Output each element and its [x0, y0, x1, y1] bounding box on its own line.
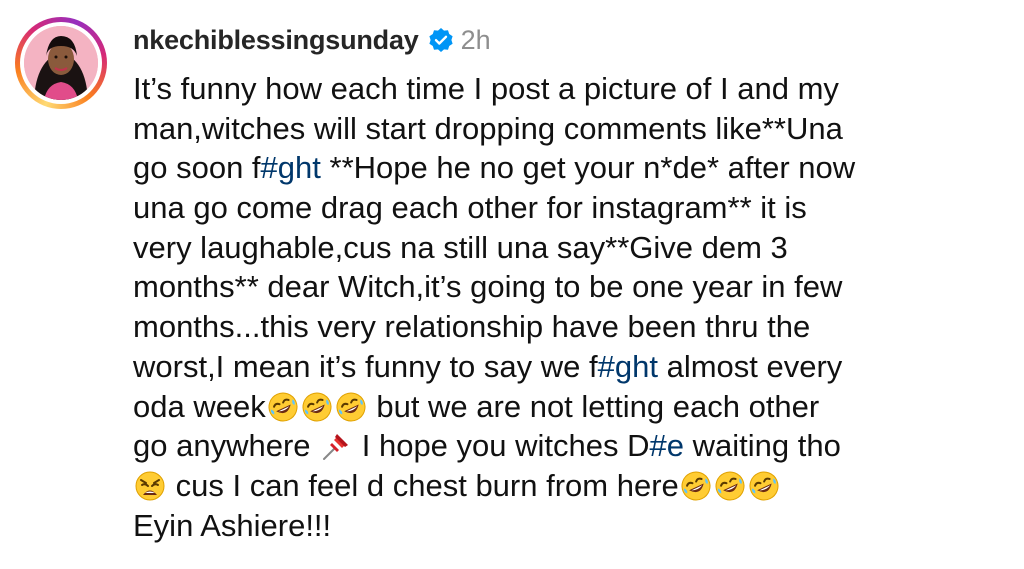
caption-line: worst,I mean it’s funny to say we f#ght … — [133, 347, 1003, 387]
caption-text-segment: months...this very relationship have bee… — [133, 309, 811, 345]
caption-line: oda week but we are not letting each oth… — [133, 387, 1003, 427]
caption-line: months** dear Witch,it’s going to be one… — [133, 267, 1003, 307]
post-caption-card: nkechiblessingsunday 2h It’s funny how e… — [0, 0, 1024, 569]
caption-text-segment: very laughable,cus na still una say**Giv… — [133, 229, 788, 265]
post-header: nkechiblessingsunday 2h — [133, 22, 491, 58]
caption-text-segment: almost every — [657, 348, 843, 384]
caption-text-segment: go soon f — [133, 150, 261, 186]
post-time: 2h — [460, 24, 491, 55]
caption-text-segment: cus I can feel d chest burn from here — [167, 467, 679, 503]
caption-line: very laughable,cus na still una say**Giv… — [133, 228, 1003, 268]
caption-text-segment: una go come drag each other for instagra… — [133, 190, 807, 226]
caption-text-segment: go anywhere — [133, 428, 320, 464]
hashtag-link[interactable]: #ght — [261, 150, 321, 185]
caption-text-segment: but we are not letting each other — [367, 388, 820, 424]
caption-line: go anywhere I hope you witches D#e waiti… — [133, 426, 1003, 466]
verified-badge-icon — [428, 27, 454, 53]
caption-line: man,witches will start dropping comments… — [133, 109, 1003, 149]
rolling-on-floor-laughing-emoji — [267, 391, 299, 423]
weary-face-emoji — [134, 470, 166, 502]
caption-text-segment: man,witches will start dropping comments… — [133, 110, 843, 146]
caption-line: cus I can feel d chest burn from here — [133, 466, 1003, 506]
caption-text-segment: **Hope he no get your n*de* after now — [320, 150, 856, 186]
avatar-ring-gap — [20, 22, 102, 104]
caption-text-segment: It’s funny how each time I post a pictur… — [133, 71, 839, 106]
caption-text-segment: I hope you witches D — [353, 428, 650, 464]
caption-text-segment: months** dear Witch,it’s going to be one… — [133, 269, 843, 305]
caption-text-segment: Eyin Ashiere!!! — [133, 507, 332, 543]
rolling-on-floor-laughing-emoji — [335, 391, 367, 423]
hashtag-link[interactable]: #ght — [598, 349, 658, 384]
username-link[interactable]: nkechiblessingsunday — [133, 25, 419, 56]
rolling-on-floor-laughing-emoji — [748, 470, 780, 502]
caption-line: Eyin Ashiere!!! — [133, 506, 1003, 546]
caption-line: It’s funny how each time I post a pictur… — [133, 69, 1003, 109]
caption-text: It’s funny how each time I post a pictur… — [133, 69, 1003, 545]
rolling-on-floor-laughing-emoji — [301, 391, 333, 423]
profile-photo — [24, 26, 98, 100]
caption-line: months...this very relationship have bee… — [133, 307, 1003, 347]
rolling-on-floor-laughing-emoji — [680, 470, 712, 502]
caption-line: go soon f#ght **Hope he no get your n*de… — [133, 148, 1003, 188]
pushpin-emoji — [320, 430, 352, 462]
caption-line: una go come drag each other for instagra… — [133, 188, 1003, 228]
caption-text-segment: waiting tho — [684, 428, 841, 464]
avatar[interactable] — [24, 26, 98, 100]
avatar-story-ring[interactable] — [15, 17, 107, 109]
caption-text-segment: worst,I mean it’s funny to say we f — [133, 348, 598, 384]
rolling-on-floor-laughing-emoji — [714, 470, 746, 502]
caption-text-segment: oda week — [133, 388, 266, 424]
hashtag-link[interactable]: #e — [650, 428, 684, 463]
